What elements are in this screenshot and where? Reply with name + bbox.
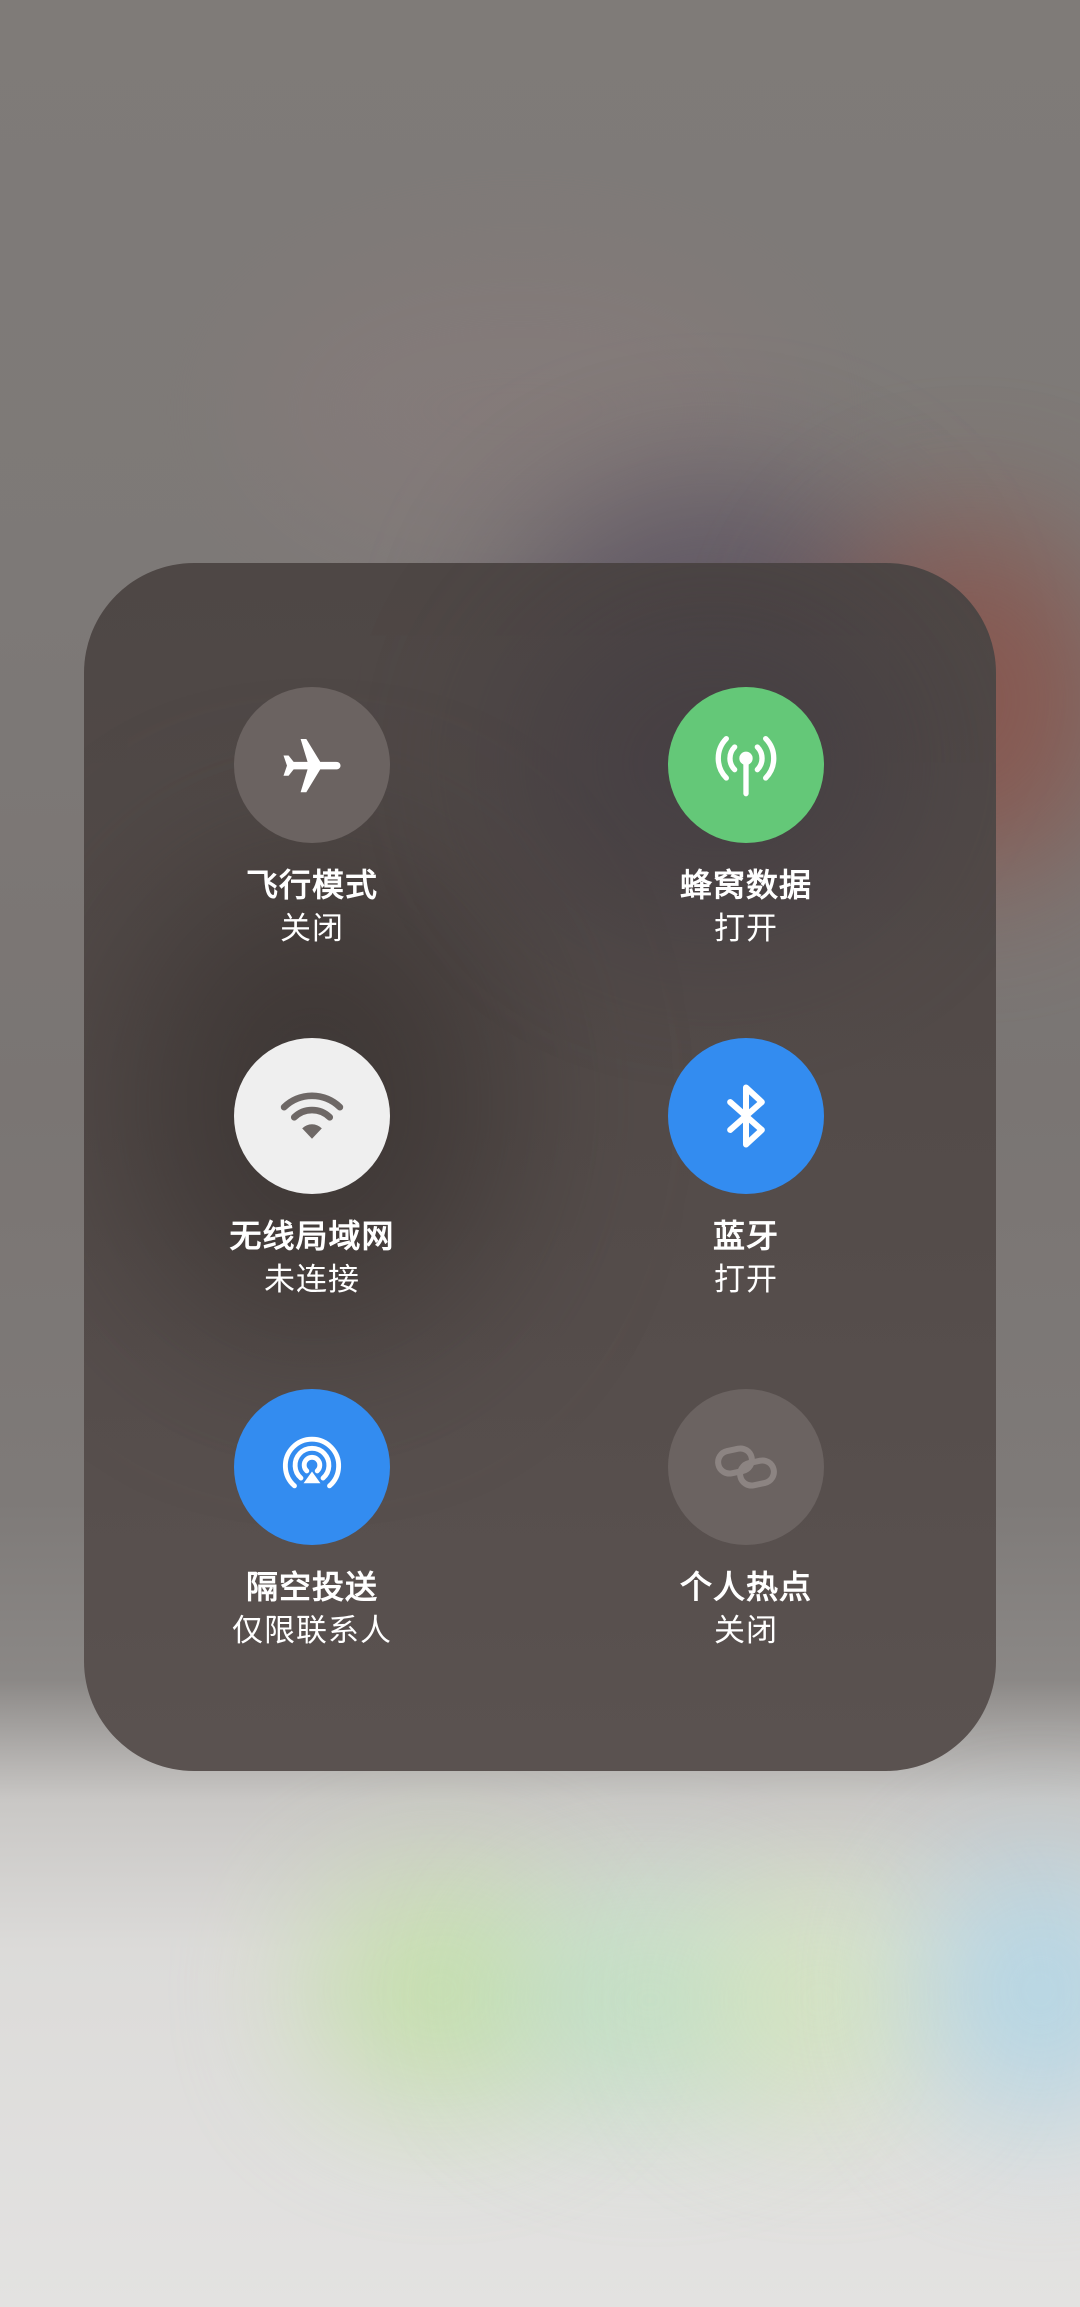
wifi-status: 未连接	[264, 1262, 360, 1298]
airplane-mode-status: 关闭	[280, 911, 344, 947]
tile-cellular-data: 蜂窝数据 打开	[536, 687, 956, 947]
cellular-data-label: 蜂窝数据	[679, 866, 812, 904]
airdrop-icon	[282, 1436, 342, 1489]
airdrop-label: 隔空投送	[245, 1568, 378, 1606]
link-icon	[715, 1445, 777, 1489]
wifi-label: 无线局域网	[229, 1217, 395, 1255]
tile-airplane-mode: 飞行模式 关闭	[102, 687, 522, 947]
bluetooth-icon	[727, 1084, 765, 1148]
bluetooth-toggle[interactable]	[668, 1038, 824, 1194]
airplane-mode-label: 飞行模式	[245, 866, 378, 904]
connectivity-panel: 飞行模式 关闭 蜂窝数据 打开 无线局域网 未连接 蓝牙 打开 隔空投送 仅限联…	[84, 563, 996, 1771]
airdrop-toggle[interactable]	[234, 1389, 390, 1545]
airdrop-status: 仅限联系人	[232, 1613, 392, 1649]
airplane-icon	[283, 739, 341, 793]
tile-personal-hotspot: 个人热点 关闭	[536, 1389, 956, 1649]
antenna-icon	[715, 736, 777, 797]
personal-hotspot-toggle[interactable]	[668, 1389, 824, 1545]
cellular-data-status: 打开	[714, 911, 778, 947]
background-blur-blob	[700, 1900, 940, 2100]
bluetooth-status: 打开	[714, 1262, 778, 1298]
wifi-toggle[interactable]	[234, 1038, 390, 1194]
background-blur-blob	[930, 1860, 1080, 2120]
personal-hotspot-label: 个人热点	[679, 1568, 812, 1606]
wifi-icon	[280, 1092, 344, 1139]
bluetooth-label: 蓝牙	[712, 1217, 779, 1255]
cellular-data-toggle[interactable]	[668, 687, 824, 843]
tile-airdrop: 隔空投送 仅限联系人	[102, 1389, 522, 1649]
tile-wifi: 无线局域网 未连接	[102, 1038, 522, 1298]
airplane-mode-toggle[interactable]	[234, 687, 390, 843]
personal-hotspot-status: 关闭	[714, 1613, 778, 1649]
tile-bluetooth: 蓝牙 打开	[536, 1038, 956, 1298]
